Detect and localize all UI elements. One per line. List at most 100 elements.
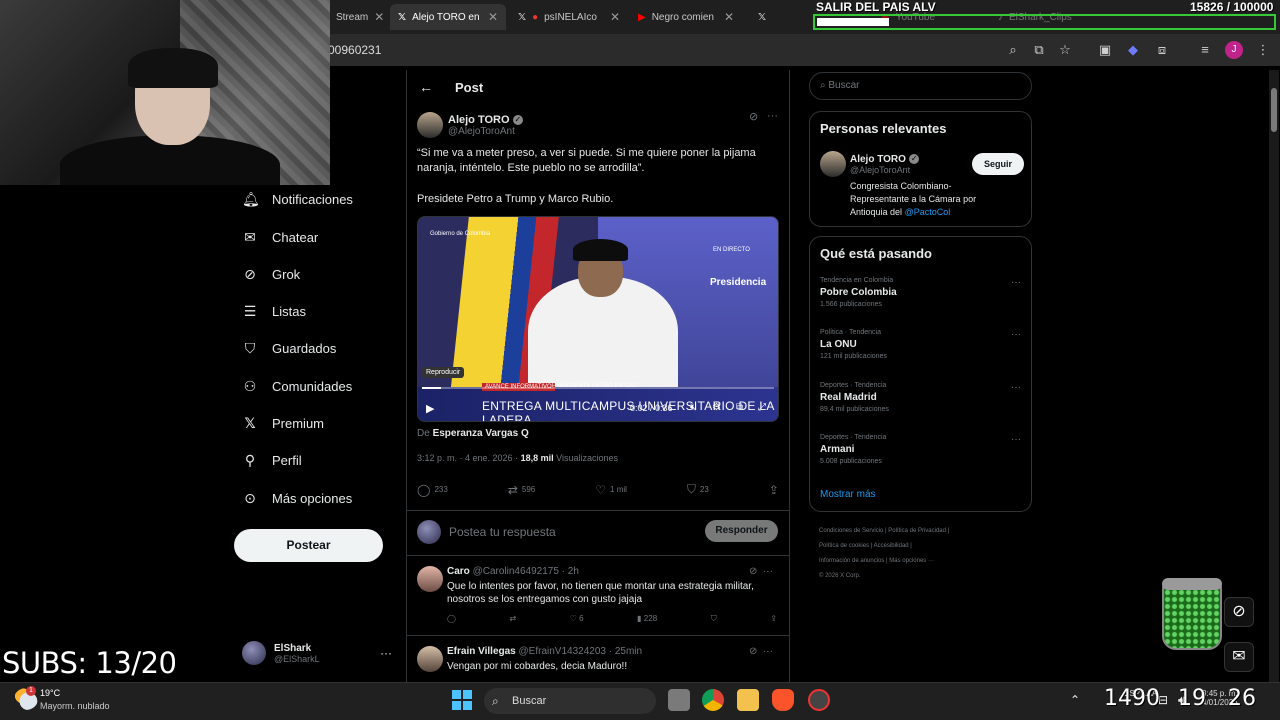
chart-icon: ▮ <box>637 614 642 623</box>
share-icon[interactable]: ⇪ <box>770 614 777 624</box>
account-switcher[interactable]: ElShark @ElSharkL ··· <box>242 638 392 668</box>
close-icon[interactable]: ✕ <box>488 10 498 24</box>
reply-action[interactable]: ◯ 233 <box>417 482 448 497</box>
play-icon[interactable]: ▶ <box>426 402 434 415</box>
search-input[interactable]: ⌕ Buscar <box>809 72 1032 100</box>
nav-notificaciones[interactable]: 🔔︎ Notificaciones <box>242 186 353 212</box>
post-actions: ◯ 233 ⇄ 596 ♡ 1 mil ⛉ 23 ⇪ <box>417 482 779 497</box>
windows-start-icon[interactable] <box>452 690 472 710</box>
more-dots-icon[interactable]: ··· <box>1011 434 1021 445</box>
zoom-icon[interactable]: ⌕ <box>1004 41 1022 59</box>
nav-mas-opciones[interactable]: ⊙ Más opciones <box>242 485 352 511</box>
fullscreen-icon[interactable]: ⤢ <box>758 402 766 413</box>
tray-chevron-icon[interactable]: ⌃ <box>1070 693 1080 707</box>
task-view-icon[interactable] <box>668 689 690 711</box>
profile-avatar-icon[interactable]: J <box>1225 41 1243 59</box>
comment-item[interactable]: Caro @Carolin46492175 · 2h ⊘ ··· Que lo … <box>407 560 789 636</box>
avatar[interactable] <box>820 151 846 177</box>
reply-icon: ◯ <box>417 482 431 497</box>
repost-icon: ⇄ <box>507 482 518 497</box>
extension-icon[interactable]: ◆ <box>1124 41 1142 59</box>
video-progress-bar[interactable] <box>422 387 774 389</box>
install-icon[interactable]: ⧉ <box>1030 41 1048 59</box>
attribution-link[interactable]: Esperanza Vargas Q <box>433 428 529 439</box>
nav-listas[interactable]: ☰ Listas <box>242 298 306 324</box>
trend-item[interactable]: Política · Tendencia La ONU 121 mil public… <box>820 329 1025 360</box>
mail-icon[interactable]: ✉ <box>1224 642 1254 672</box>
reply-button[interactable]: Responder <box>705 520 778 542</box>
author-handle[interactable]: @AlejoToroAnt <box>448 126 523 137</box>
tab-psinelaico[interactable]: 𝕏 ● psINELAIco ✕ <box>510 4 628 30</box>
trend-item[interactable]: Deportes · Tendencia Armani 5.008 publicac… <box>820 434 1025 465</box>
avatar <box>417 520 441 544</box>
trend-item[interactable]: Tendencia en Colombia Pobre Colombia 1.566… <box>820 277 1025 308</box>
post-text: “Si me va a meter preso, a ver si puede.… <box>417 147 756 205</box>
author-avatar[interactable] <box>417 112 443 138</box>
like-action[interactable]: ♡ 1 mil <box>595 482 627 497</box>
author-name[interactable]: Alejo TORO <box>448 114 510 126</box>
reply-input[interactable]: Postea tu respuesta <box>449 525 556 539</box>
file-explorer-icon[interactable] <box>737 689 759 711</box>
share-action[interactable]: ⇪ <box>769 482 779 497</box>
chrome-icon[interactable] <box>702 689 724 711</box>
brave-icon[interactable] <box>772 689 794 711</box>
video-player[interactable]: Gobierno de Colombia EN DIRECTO Presiden… <box>417 216 779 422</box>
nav-comunidades[interactable]: ⚇ Comunidades <box>242 373 353 399</box>
grok-icon[interactable]: ⊘ <box>749 110 758 123</box>
show-more-link[interactable]: Mostrar más <box>820 489 876 500</box>
obs-icon[interactable] <box>808 689 830 711</box>
close-icon[interactable]: ✕ <box>374 10 384 24</box>
page-scrollbar[interactable] <box>1269 70 1279 682</box>
tab-alejo-toro[interactable]: 𝕏 Alejo TORO en ✕ <box>390 4 506 30</box>
grok-icon[interactable]: ⊘ <box>1224 597 1254 627</box>
close-icon[interactable]: ✕ <box>724 10 734 24</box>
nav-perfil[interactable]: ⚲ Perfil <box>242 447 302 473</box>
address-bar[interactable]: 00960231 <box>300 40 1000 60</box>
tab-negro-comien[interactable]: ▶ Negro comien ✕ <box>630 4 742 30</box>
nav-guardados[interactable]: ⛉ Guardados <box>242 335 337 361</box>
grok-icon[interactable]: ⊘ <box>749 646 757 657</box>
more-dots-icon[interactable]: ··· <box>767 110 778 122</box>
menu-dots-icon[interactable]: ⋮ <box>1254 41 1272 59</box>
avatar[interactable] <box>417 646 443 672</box>
nav-premium[interactable]: 𝕏 Premium <box>242 410 324 436</box>
more-dots-icon[interactable]: ··· <box>763 566 773 577</box>
star-icon[interactable]: ☆ <box>1056 41 1074 59</box>
back-arrow-icon[interactable]: ← <box>419 79 433 95</box>
reply-icon[interactable]: ◯ <box>447 614 456 624</box>
more-dots-icon[interactable]: ··· <box>1011 382 1021 393</box>
tab-x-other[interactable]: 𝕏 <box>750 4 810 30</box>
more-circle-icon: ⊙ <box>244 489 256 506</box>
bookmark-icon[interactable]: ⛉ <box>711 614 717 624</box>
post-button[interactable]: Postear <box>234 529 383 562</box>
trending-card: Qué está pasando Tendencia en Colombia Po… <box>809 236 1032 512</box>
mute-icon[interactable]: 🔇︎ <box>690 402 696 413</box>
nav-grok[interactable]: ⊘ Grok <box>242 261 300 287</box>
puzzle-icon[interactable]: ⧈ <box>1153 41 1171 59</box>
bookmark-action[interactable]: ⛉ 23 <box>687 482 709 497</box>
repost-action[interactable]: ⇄ 596 <box>508 482 535 497</box>
post-meta: 3:12 p. m. · 4 ene. 2026 · 18,8 mil Visu… <box>417 453 618 463</box>
repost-icon[interactable]: ⇄ <box>510 614 517 624</box>
extension-box-icon[interactable]: ▣ <box>1096 41 1114 59</box>
views-action[interactable]: ▮ 228 <box>637 614 657 624</box>
media-icon[interactable]: ≡ <box>1196 41 1214 59</box>
more-dots-icon[interactable]: ··· <box>1011 277 1021 288</box>
picture-in-picture-icon[interactable]: ⧉ <box>736 402 743 413</box>
comment-item[interactable]: Efrain Villegas @EfrainV14324203 · 25min… <box>407 640 789 682</box>
people-icon: ⚇ <box>243 377 257 394</box>
nav-chatear[interactable]: ✉ Chatear <box>242 224 318 250</box>
like-action[interactable]: ♡ 6 <box>570 614 584 624</box>
more-dots-icon[interactable]: ··· <box>1011 329 1021 340</box>
more-dots-icon[interactable]: ··· <box>380 646 392 660</box>
follow-button[interactable]: Seguir <box>972 153 1024 175</box>
list-icon: ☰ <box>243 302 257 319</box>
trend-item[interactable]: Deportes · Tendencia Real Madrid 89,4 mil … <box>820 382 1025 413</box>
taskbar-search[interactable]: ⌕ Buscar <box>484 688 656 714</box>
grok-icon[interactable]: ⊘ <box>749 566 757 577</box>
close-icon[interactable]: ✕ <box>610 10 620 24</box>
avatar[interactable] <box>417 566 443 592</box>
more-dots-icon[interactable]: ··· <box>763 646 773 657</box>
tab-stream[interactable]: Stream ✕ <box>322 4 384 30</box>
settings-gear-icon[interactable]: ⚙ <box>712 402 721 413</box>
